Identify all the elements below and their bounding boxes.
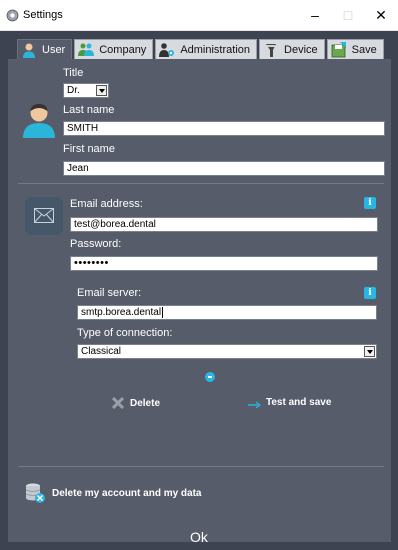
connection-type-label: Type of connection:: [77, 327, 173, 339]
save-icon: [331, 41, 346, 57]
tab-bar: User Company Administration Device Save: [17, 39, 386, 59]
envelope-icon: [34, 208, 54, 223]
delete-label: Delete: [130, 397, 161, 409]
test-and-save-label: Test and save: [266, 397, 332, 408]
close-button[interactable]: ✕: [366, 4, 396, 26]
last-name-field[interactable]: SMITH: [63, 121, 385, 136]
avatar-icon: [23, 104, 55, 138]
email-server-info-icon[interactable]: i: [364, 287, 376, 299]
delete-button[interactable]: Delete: [112, 397, 160, 409]
delete-account-button[interactable]: Delete my account and my data: [24, 482, 202, 504]
delete-account-label: Delete my account and my data: [52, 487, 202, 499]
company-icon: [78, 43, 95, 56]
settings-gear-icon: [6, 9, 19, 22]
password-field[interactable]: ••••••••: [70, 256, 378, 271]
database-delete-icon: [25, 483, 45, 503]
ok-button[interactable]: Ok: [0, 525, 398, 550]
tab-label: Administration: [180, 43, 251, 56]
administration-icon: [159, 42, 175, 57]
test-and-save-button[interactable]: Test and save: [248, 397, 331, 408]
chevron-down-icon[interactable]: [364, 346, 375, 357]
arrow-right-icon: [248, 401, 261, 408]
tab-label: Save: [351, 43, 377, 56]
minimize-button[interactable]: –: [300, 4, 330, 26]
title-label: Title: [63, 67, 84, 79]
collapse-icon[interactable]: [205, 372, 215, 382]
tab-label: Company: [99, 43, 147, 56]
first-name-field[interactable]: Jean: [63, 161, 385, 176]
text-caret: [162, 306, 164, 318]
email-server-field[interactable]: smtp.borea.dental: [77, 305, 377, 320]
user-icon: [23, 43, 35, 58]
last-name-label: Last name: [63, 104, 115, 116]
tab-company[interactable]: Company: [74, 39, 154, 59]
cross-icon: [112, 397, 124, 409]
tab-label: User: [42, 43, 66, 56]
connection-type-select[interactable]: Classical: [77, 344, 377, 359]
tab-label: Device: [284, 43, 318, 56]
tab-device[interactable]: Device: [259, 39, 325, 59]
section-divider: [18, 466, 384, 467]
email-server-value: smtp.borea.dental: [81, 307, 162, 318]
connection-type-value: Classical: [81, 346, 122, 357]
email-address-label: Email address:: [70, 198, 143, 210]
tab-save[interactable]: Save: [326, 39, 384, 59]
title-bar: Settings – □ ✕: [0, 0, 398, 31]
title-select[interactable]: Dr.: [63, 83, 109, 98]
title-select-value: Dr.: [67, 85, 80, 96]
password-label: Password:: [70, 238, 122, 250]
first-name-label: First name: [63, 143, 115, 155]
chevron-down-icon[interactable]: [96, 85, 107, 96]
window-title: Settings: [23, 9, 63, 21]
email-address-field[interactable]: test@borea.dental: [70, 217, 378, 232]
device-icon: [266, 43, 277, 57]
tab-user[interactable]: User: [17, 39, 73, 59]
email-address-info-icon[interactable]: i: [364, 197, 376, 209]
mail-tile: [25, 197, 63, 235]
maximize-button[interactable]: □: [333, 4, 363, 26]
section-divider: [18, 183, 384, 184]
tab-administration[interactable]: Administration: [155, 39, 258, 59]
email-server-label: Email server:: [77, 287, 142, 299]
